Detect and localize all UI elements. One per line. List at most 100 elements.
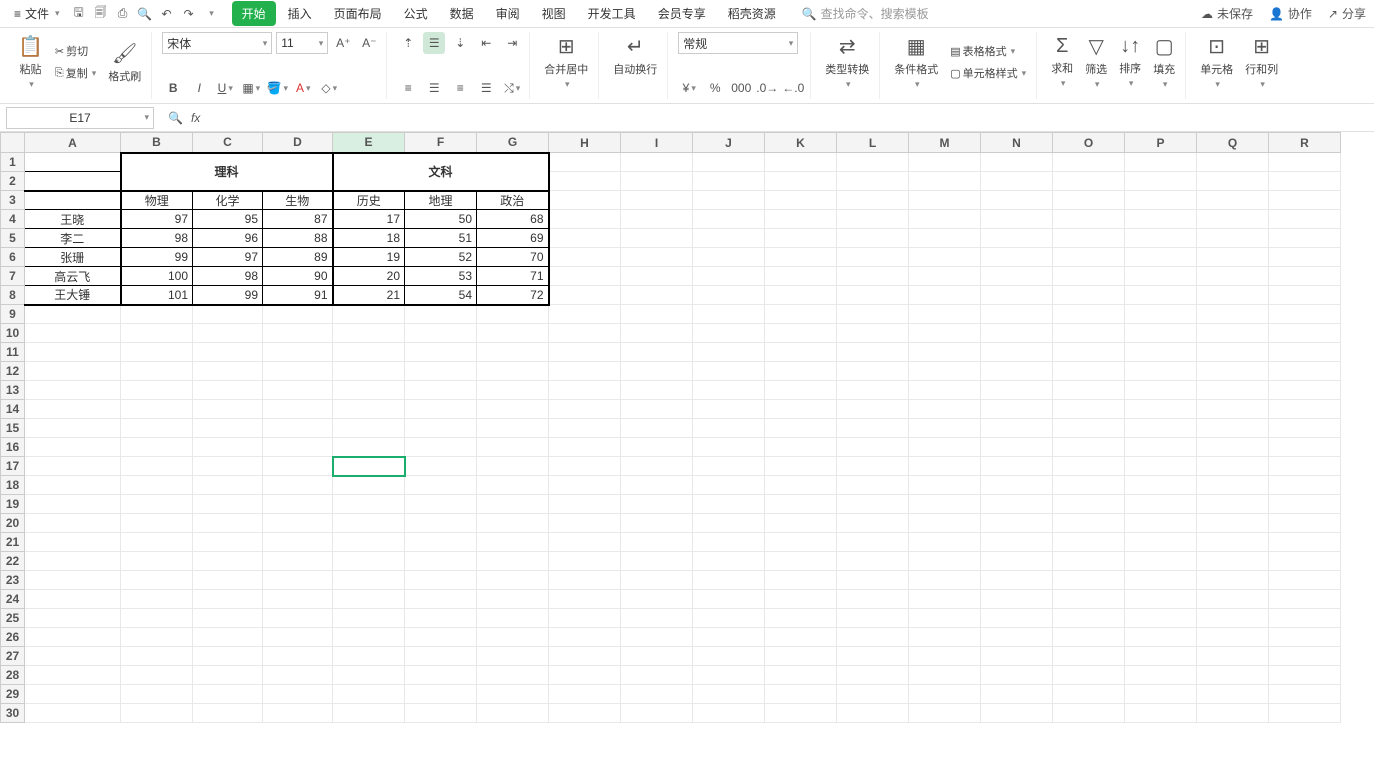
cell-E10[interactable]	[333, 324, 405, 343]
formula-input[interactable]	[208, 108, 1366, 128]
cell-M6[interactable]	[909, 248, 981, 267]
cell-G13[interactable]	[477, 381, 549, 400]
select-all-corner[interactable]	[1, 133, 25, 153]
tab-数据[interactable]: 数据	[440, 1, 484, 26]
cell-H6[interactable]	[549, 248, 621, 267]
fill-button[interactable]: ▢填充▾	[1149, 32, 1179, 92]
unsaved-indicator[interactable]: ☁未保存	[1201, 5, 1253, 22]
cell-P29[interactable]	[1125, 685, 1197, 704]
cell-M10[interactable]	[909, 324, 981, 343]
cell-D16[interactable]	[263, 438, 333, 457]
cell-J4[interactable]	[693, 210, 765, 229]
cell-A15[interactable]	[25, 419, 121, 438]
cell-D18[interactable]	[263, 476, 333, 495]
cell-M1[interactable]	[909, 153, 981, 172]
align-right-icon[interactable]: ≡	[449, 77, 471, 99]
cell-O26[interactable]	[1053, 628, 1125, 647]
cell-A7[interactable]: 高云飞	[25, 267, 121, 286]
currency-icon[interactable]: ¥▾	[678, 77, 700, 99]
cell-L23[interactable]	[837, 571, 909, 590]
cell-N13[interactable]	[981, 381, 1053, 400]
cell-J22[interactable]	[693, 552, 765, 571]
cell-F25[interactable]	[405, 609, 477, 628]
cell-R2[interactable]	[1269, 172, 1341, 191]
cell-D13[interactable]	[263, 381, 333, 400]
undo-icon[interactable]: ↶	[158, 5, 176, 23]
cell-D7[interactable]: 90	[263, 267, 333, 286]
cell-N4[interactable]	[981, 210, 1053, 229]
cell-N14[interactable]	[981, 400, 1053, 419]
col-header-R[interactable]: R	[1269, 133, 1341, 153]
cell-N27[interactable]	[981, 647, 1053, 666]
cell-I23[interactable]	[621, 571, 693, 590]
cell-Q26[interactable]	[1197, 628, 1269, 647]
cell-F30[interactable]	[405, 704, 477, 723]
cell-M2[interactable]	[909, 172, 981, 191]
cell-J21[interactable]	[693, 533, 765, 552]
cell-O28[interactable]	[1053, 666, 1125, 685]
cell-J24[interactable]	[693, 590, 765, 609]
cell-G30[interactable]	[477, 704, 549, 723]
cell-O10[interactable]	[1053, 324, 1125, 343]
cell-F26[interactable]	[405, 628, 477, 647]
print-icon[interactable]: ⎙	[114, 5, 132, 23]
cell-B23[interactable]	[121, 571, 193, 590]
cell-L14[interactable]	[837, 400, 909, 419]
cell-B12[interactable]	[121, 362, 193, 381]
cell-P26[interactable]	[1125, 628, 1197, 647]
col-header-B[interactable]: B	[121, 133, 193, 153]
cell-O25[interactable]	[1053, 609, 1125, 628]
cell-R24[interactable]	[1269, 590, 1341, 609]
cell-K1[interactable]	[765, 153, 837, 172]
cell-F3[interactable]: 地理	[405, 191, 477, 210]
cell-Q9[interactable]	[1197, 305, 1269, 324]
cell-G24[interactable]	[477, 590, 549, 609]
cell-D12[interactable]	[263, 362, 333, 381]
cell-K10[interactable]	[765, 324, 837, 343]
cell-H29[interactable]	[549, 685, 621, 704]
cell-F27[interactable]	[405, 647, 477, 666]
row-header-26[interactable]: 26	[1, 628, 25, 647]
cut-button[interactable]: ✂剪切	[51, 41, 100, 61]
cell-J13[interactable]	[693, 381, 765, 400]
cell-D5[interactable]: 88	[263, 229, 333, 248]
cell-H23[interactable]	[549, 571, 621, 590]
row-header-29[interactable]: 29	[1, 685, 25, 704]
bold-icon[interactable]: B	[162, 77, 184, 99]
col-header-Q[interactable]: Q	[1197, 133, 1269, 153]
cell-I24[interactable]	[621, 590, 693, 609]
cell-D24[interactable]	[263, 590, 333, 609]
cell-F22[interactable]	[405, 552, 477, 571]
cell-M19[interactable]	[909, 495, 981, 514]
cell-D21[interactable]	[263, 533, 333, 552]
cell-J3[interactable]	[693, 191, 765, 210]
cell-I6[interactable]	[621, 248, 693, 267]
cell-E8[interactable]: 21	[333, 286, 405, 305]
cell-D20[interactable]	[263, 514, 333, 533]
qat-more-icon[interactable]: ▾	[202, 5, 220, 23]
clear-format-icon[interactable]: ◇▾	[318, 77, 340, 99]
cell-E1[interactable]: 文科	[333, 153, 549, 191]
cell-R20[interactable]	[1269, 514, 1341, 533]
cell-H5[interactable]	[549, 229, 621, 248]
cell-Q8[interactable]	[1197, 286, 1269, 305]
row-header-28[interactable]: 28	[1, 666, 25, 685]
cell-H28[interactable]	[549, 666, 621, 685]
cell-P21[interactable]	[1125, 533, 1197, 552]
cell-B7[interactable]: 100	[121, 267, 193, 286]
cell-C15[interactable]	[193, 419, 263, 438]
cell-L19[interactable]	[837, 495, 909, 514]
cell-K6[interactable]	[765, 248, 837, 267]
cell-M14[interactable]	[909, 400, 981, 419]
cell-M17[interactable]	[909, 457, 981, 476]
cell-E12[interactable]	[333, 362, 405, 381]
cell-H11[interactable]	[549, 343, 621, 362]
cell-E23[interactable]	[333, 571, 405, 590]
cell-P11[interactable]	[1125, 343, 1197, 362]
cell-L17[interactable]	[837, 457, 909, 476]
cell-K5[interactable]	[765, 229, 837, 248]
cell-Q25[interactable]	[1197, 609, 1269, 628]
cell-Q2[interactable]	[1197, 172, 1269, 191]
cell-C6[interactable]: 97	[193, 248, 263, 267]
collab-button[interactable]: 👤协作	[1269, 5, 1312, 22]
